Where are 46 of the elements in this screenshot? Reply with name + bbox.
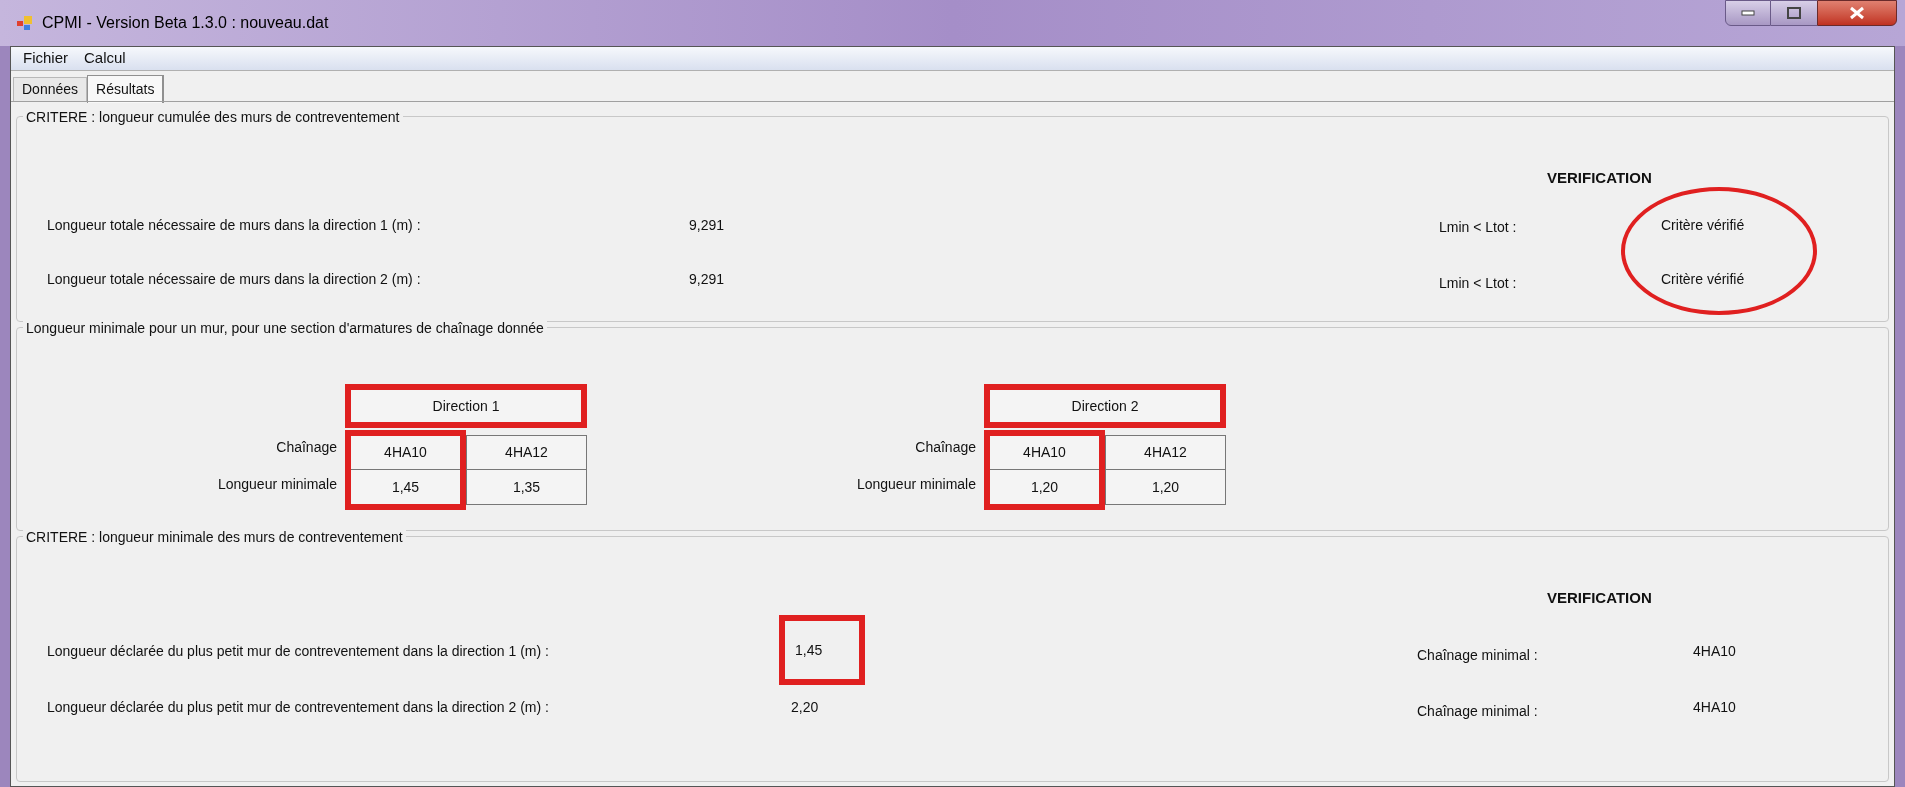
group-title: Longueur minimale pour un mur, pour une section d'armatures de chaînage donnée	[23, 318, 547, 339]
menu-item[interactable]: Calcul	[76, 47, 134, 70]
field-value: 2,20	[791, 698, 819, 717]
table-cell: 1,20	[990, 470, 1099, 504]
verification-heading: VERIFICATION	[1547, 588, 1652, 608]
row-label: Chaînage	[276, 438, 337, 457]
group-title: CRITERE : longueur minimale des murs de contreventement	[23, 527, 406, 548]
table-cell: 4HA12	[467, 436, 586, 470]
tab[interactable]: Données	[13, 77, 88, 101]
minimize-icon	[1741, 10, 1755, 16]
window-title: CPMI - Version Beta 1.3.0 : nouveau.dat	[42, 13, 329, 33]
maximize-button[interactable]	[1771, 0, 1817, 26]
row-label: Chaînage	[915, 438, 976, 457]
field-label: Longueur déclarée du plus petit mur de contreventement dans la direction 2 (m) :	[47, 698, 549, 717]
table-cell: 1,45	[351, 470, 460, 504]
check-result: 4HA10	[1693, 642, 1736, 661]
check-label: Chaînage minimal :	[1417, 646, 1538, 665]
minimize-button[interactable]	[1725, 0, 1771, 26]
check-label: Lmin < Ltot :	[1439, 218, 1517, 237]
field-value: 1,45	[779, 615, 865, 685]
check-label: Chaînage minimal :	[1417, 702, 1538, 721]
field-label: Longueur totale nécessaire de murs dans la direction 2 (m) :	[47, 270, 421, 289]
table-cell: 4HA10	[990, 436, 1099, 470]
field-value: 9,291	[689, 216, 725, 235]
table-cell: 1,35	[467, 470, 586, 504]
table-cell: 1,20	[1106, 470, 1225, 504]
table-header: Direction 1	[345, 384, 587, 428]
field-value: 9,291	[689, 270, 725, 289]
table-cell: 4HA10	[351, 436, 460, 470]
check-result: Critère vérifié	[1661, 270, 1745, 289]
field-label: Longueur déclarée du plus petit mur de contreventement dans la direction 1 (m) :	[47, 642, 549, 661]
check-result: Critère vérifié	[1661, 216, 1745, 235]
table-cell: 4HA12	[1106, 436, 1225, 470]
table-header: Direction 2	[984, 384, 1226, 428]
app-icon	[16, 15, 34, 31]
menu-item[interactable]: Fichier	[15, 47, 76, 70]
close-icon	[1849, 6, 1865, 20]
check-label: Lmin < Ltot :	[1439, 274, 1517, 293]
close-button[interactable]	[1817, 0, 1897, 26]
tab[interactable]: Résultats	[87, 75, 165, 103]
check-result: 4HA10	[1693, 698, 1736, 717]
maximize-icon	[1787, 7, 1801, 19]
field-label: Longueur totale nécessaire de murs dans la direction 1 (m) :	[47, 216, 421, 235]
row-label: Longueur minimale	[856, 475, 976, 494]
row-label: Longueur minimale	[217, 475, 337, 494]
verification-heading: VERIFICATION	[1547, 168, 1652, 188]
